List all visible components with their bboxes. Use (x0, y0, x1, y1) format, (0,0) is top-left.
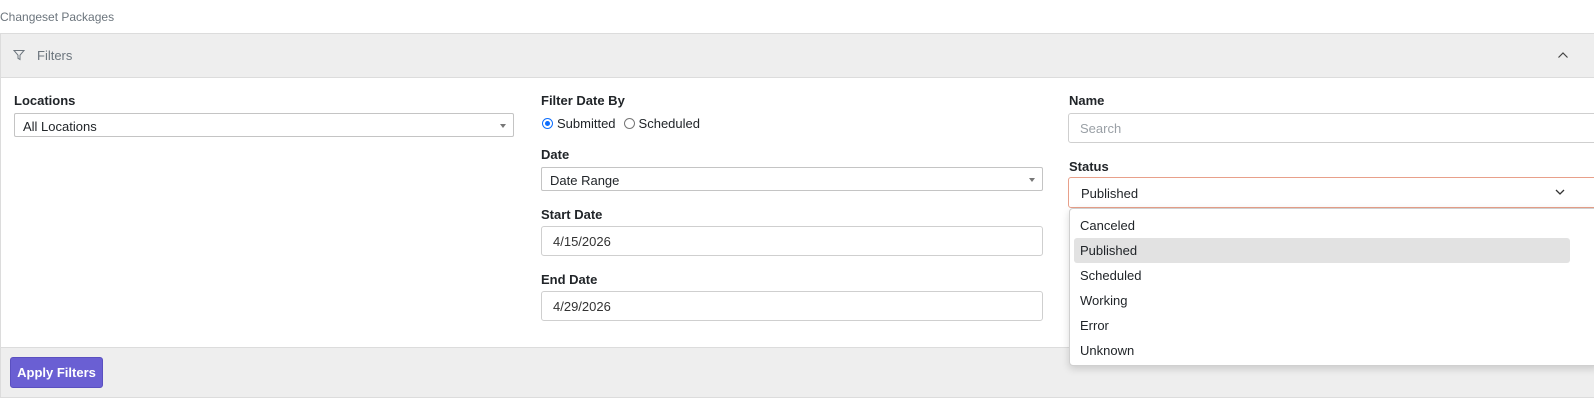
status-dropdown-list: Canceled Published Scheduled Working Err… (1069, 208, 1594, 366)
end-date-label: End Date (541, 272, 598, 287)
status-label: Status (1069, 159, 1109, 174)
locations-select[interactable]: All Locations (14, 113, 514, 137)
radio-scheduled[interactable] (623, 118, 635, 129)
status-option-published[interactable]: Published (1074, 238, 1570, 263)
status-option-canceled[interactable]: Canceled (1074, 213, 1570, 238)
status-option-scheduled[interactable]: Scheduled (1074, 263, 1570, 288)
status-select[interactable]: Published (1068, 177, 1594, 208)
start-date-label: Start Date (541, 207, 603, 222)
status-option-error[interactable]: Error (1074, 313, 1570, 338)
filter-icon (13, 50, 25, 61)
radio-scheduled-label[interactable]: Scheduled (639, 116, 700, 131)
end-date-input[interactable] (541, 291, 1043, 321)
apply-filters-button[interactable]: Apply Filters (10, 357, 103, 388)
date-value: Date Range (550, 173, 620, 188)
status-value: Published (1081, 186, 1139, 201)
locations-value: All Locations (23, 119, 97, 134)
name-label: Name (1069, 93, 1105, 108)
caret-down-icon (500, 124, 506, 128)
filter-date-by-options: Submitted Scheduled (542, 116, 708, 131)
page-title: Changeset Packages (0, 10, 115, 24)
filters-panel-header[interactable]: Filters (1, 34, 1594, 78)
filter-date-by-label: Filter Date By (541, 93, 625, 108)
date-select[interactable]: Date Range (541, 167, 1043, 191)
status-option-working[interactable]: Working (1074, 288, 1570, 313)
filters-panel-title: Filters (37, 48, 73, 63)
caret-down-icon (1029, 178, 1035, 182)
date-label: Date (541, 147, 570, 162)
status-option-unknown[interactable]: Unknown (1074, 338, 1570, 363)
name-search-input[interactable] (1068, 113, 1594, 143)
chevron-up-icon[interactable] (1557, 49, 1569, 61)
chevron-down-icon[interactable] (1555, 188, 1565, 196)
radio-submitted[interactable] (542, 118, 553, 129)
locations-label: Locations (14, 93, 76, 108)
radio-submitted-label[interactable]: Submitted (557, 116, 616, 131)
start-date-input[interactable] (541, 226, 1043, 256)
